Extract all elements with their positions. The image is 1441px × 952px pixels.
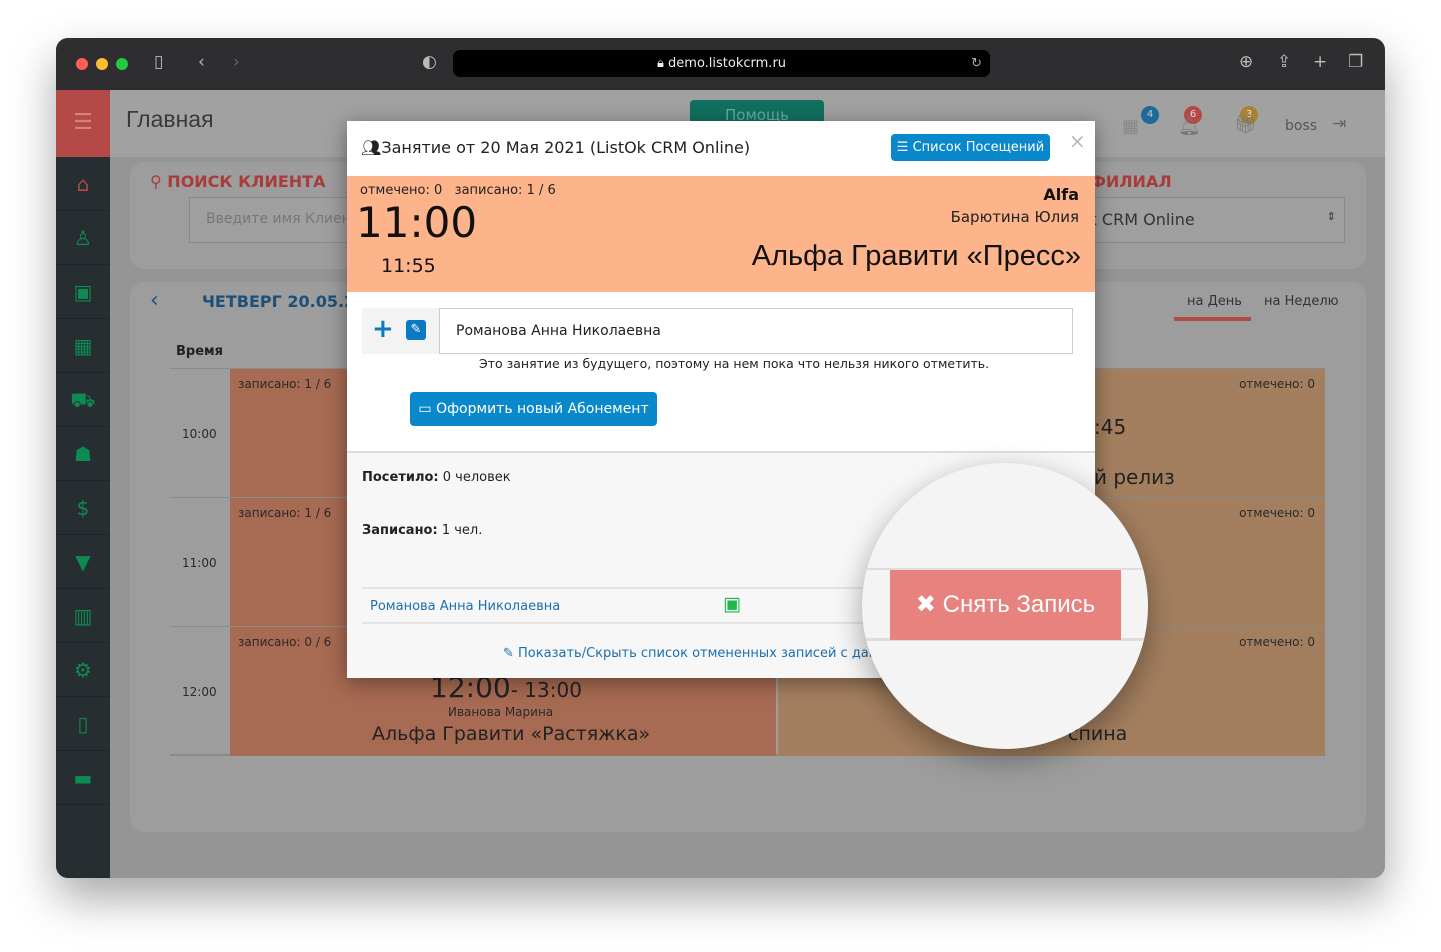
- remove-enrollment-button[interactable]: ✖ Снять Запись: [890, 570, 1121, 640]
- sidebar-item-home[interactable]: ⌂: [56, 157, 110, 211]
- edit-icon: ✎: [503, 646, 519, 661]
- sidebar-item-groups[interactable]: ☗: [56, 427, 110, 481]
- sidebar-item-calendar[interactable]: ▦: [56, 319, 110, 373]
- menu-icon[interactable]: ☰: [56, 90, 110, 157]
- list-icon: ☰: [896, 140, 913, 155]
- download-icon[interactable]: ⊕: [1239, 52, 1253, 72]
- marked-count: отмечено: 0: [360, 183, 443, 198]
- edit-icon[interactable]: ✎: [406, 320, 426, 340]
- url-text: demo.listokcrm.ru: [668, 56, 787, 71]
- minimize-window-button[interactable]: [96, 58, 108, 70]
- sidebar-item-finance[interactable]: $: [56, 481, 110, 535]
- search-title: ⚲ ПОИСК КЛИЕНТА: [150, 172, 326, 191]
- trainer-name: Барютина Юлия: [950, 208, 1079, 226]
- search-icon: ⚲: [150, 172, 168, 191]
- tab-week[interactable]: на Неделю: [1264, 294, 1339, 309]
- back-icon[interactable]: ‹: [198, 52, 205, 72]
- shield-icon[interactable]: ◐: [422, 52, 437, 72]
- sidebar-item-products[interactable]: ▣: [56, 265, 110, 319]
- forward-icon[interactable]: ›: [233, 52, 240, 72]
- sidebar-item-mobile[interactable]: ▯: [56, 697, 110, 751]
- visits-list-button[interactable]: ☰ Список Посещений: [891, 134, 1050, 161]
- calendar-icon[interactable]: ▦: [1122, 116, 1139, 137]
- new-tab-icon[interactable]: +: [1313, 52, 1327, 72]
- visited-value: 0 человек: [442, 470, 511, 485]
- reload-icon[interactable]: ↻: [971, 50, 982, 77]
- browser-toolbar: ▯ ‹ › ◐ 🔒︎ demo.listokcrm.ru ↻ ⊕ ⇪ + ❐: [56, 38, 1385, 90]
- lesson-info-band: отмечено: 0 записано: 1 / 6 11:00 11:55 …: [347, 176, 1095, 292]
- row-time: 10:00: [182, 427, 217, 441]
- calendar-icon[interactable]: ▣: [723, 593, 741, 615]
- new-subscription-button[interactable]: ▭ Оформить новый Абонемент: [410, 392, 657, 426]
- enrolled-count: записано: 1 / 6: [454, 183, 556, 198]
- tabs-overview-icon[interactable]: ❐: [1348, 52, 1363, 72]
- sidebar-item-briefcase[interactable]: ▬: [56, 751, 110, 805]
- attendee-link[interactable]: Романова Анна Николаевна: [370, 599, 560, 614]
- lock-icon: 🔒︎: [656, 56, 669, 71]
- select-arrows-icon: ⇕: [1326, 210, 1336, 223]
- lesson-title: Альфа Гравити «Пресс»: [751, 240, 1081, 272]
- users-icon: 👥︎: [361, 138, 382, 157]
- sidebar-toggle-icon[interactable]: ▯: [154, 52, 163, 72]
- start-time: 11:00: [356, 198, 478, 247]
- sidebar-item-clients[interactable]: ♙: [56, 211, 110, 265]
- logout-icon[interactable]: ⇥: [1332, 114, 1346, 134]
- close-button[interactable]: ×: [1069, 129, 1086, 153]
- branch-title: ФИЛИАЛ: [1090, 172, 1172, 191]
- prev-day-button[interactable]: ‹: [150, 288, 159, 313]
- user-name[interactable]: boss: [1285, 118, 1317, 134]
- maximize-window-button[interactable]: [116, 58, 128, 70]
- tab-day[interactable]: на День: [1187, 294, 1242, 309]
- sidebar-item-reports[interactable]: ▥: [56, 589, 110, 643]
- close-window-button[interactable]: [76, 58, 88, 70]
- close-icon: ✖: [915, 591, 943, 618]
- toggle-cancelled-link[interactable]: ✎ Показать/Скрыть список отмененных запи…: [503, 646, 894, 661]
- end-time: 11:55: [381, 255, 436, 277]
- client-actions: + ✎: [362, 308, 439, 354]
- sidebar-item-settings[interactable]: ⚙: [56, 643, 110, 697]
- share-icon[interactable]: ⇪: [1277, 52, 1291, 72]
- client-input[interactable]: Романова Анна Николаевна: [439, 308, 1073, 354]
- address-bar[interactable]: 🔒︎ demo.listokcrm.ru ↻: [453, 50, 990, 77]
- sidebar-item-filter[interactable]: ▼: [56, 535, 110, 589]
- credit-card-icon: ▭: [418, 401, 437, 417]
- enrolled-value: 1 чел.: [441, 523, 483, 538]
- magnifier-callout: ✖ Снять Запись: [862, 463, 1148, 749]
- page-title: Главная: [126, 106, 214, 132]
- future-notice: Это занятие из будущего, поэтому на нем …: [479, 356, 990, 371]
- active-tab-indicator: [1174, 317, 1251, 321]
- modal-title: 👥︎Занятие от 20 Мая 2021 (ListOk CRM Onl…: [361, 138, 751, 157]
- sidebar-item-cart[interactable]: ⛟: [56, 373, 110, 427]
- gift-icon[interactable]: 🎁︎: [1234, 114, 1257, 135]
- group-name: Alfa: [1043, 185, 1079, 204]
- time-column-header: Время: [176, 344, 224, 359]
- bell-icon[interactable]: 🔔︎: [1178, 116, 1201, 137]
- add-client-icon[interactable]: +: [372, 314, 394, 344]
- sidebar: ☰ ⌂ ♙ ▣ ▦ ⛟ ☗ $ ▼ ▥ ⚙ ▯ ▬: [56, 90, 110, 878]
- messages-badge: 4: [1141, 106, 1159, 124]
